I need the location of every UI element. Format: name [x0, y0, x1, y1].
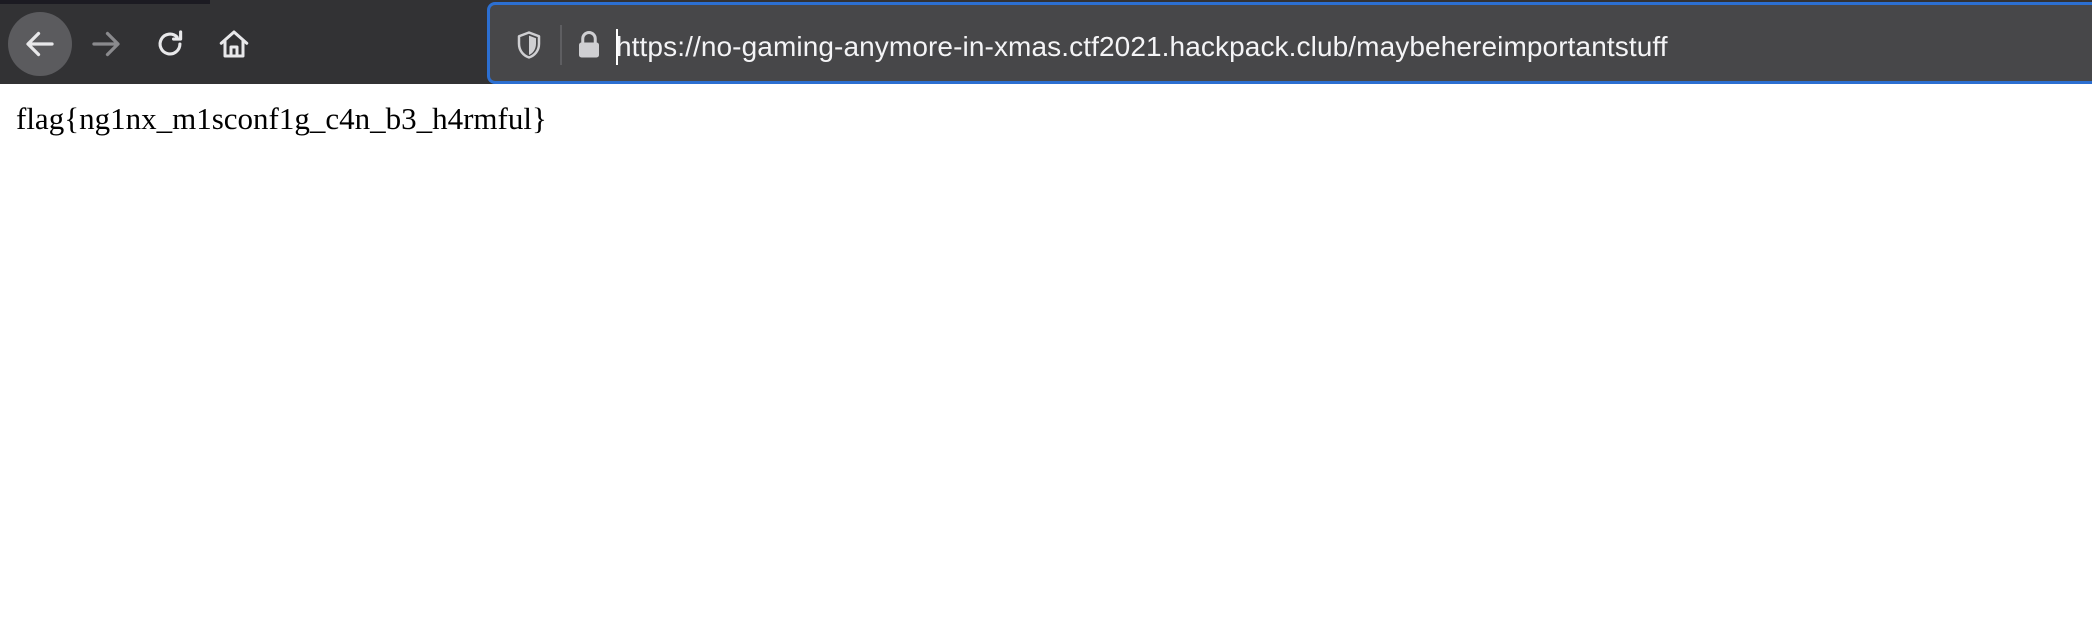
home-icon — [216, 26, 252, 62]
page-body-text: flag{ng1nx_m1sconf1g_c4n_b3_h4rmful} — [16, 101, 547, 136]
urlbar-separator — [560, 25, 562, 65]
back-button[interactable] — [8, 12, 72, 76]
reload-icon — [153, 27, 187, 61]
home-button[interactable] — [202, 12, 266, 76]
forward-arrow-icon — [88, 26, 124, 62]
url-text[interactable]: https://no-gaming-anymore-in-xmas.ctf202… — [616, 29, 1668, 65]
reload-button[interactable] — [138, 12, 202, 76]
forward-button[interactable] — [74, 12, 138, 76]
browser-toolbar: https://no-gaming-anymore-in-xmas.ctf202… — [0, 0, 2092, 84]
shield-icon[interactable] — [516, 30, 542, 65]
lock-icon[interactable] — [576, 30, 602, 65]
back-arrow-icon — [22, 26, 58, 62]
tab-strip — [0, 0, 210, 4]
url-bar[interactable]: https://no-gaming-anymore-in-xmas.ctf202… — [487, 2, 2092, 84]
